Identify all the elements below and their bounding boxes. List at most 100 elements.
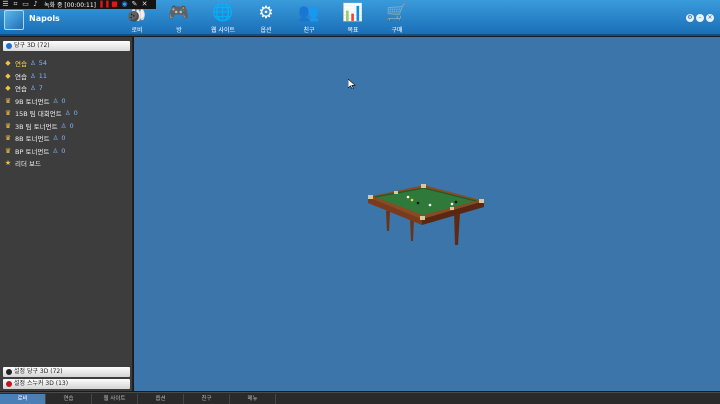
ball xyxy=(450,202,454,206)
sidebar-item-label: 연습 xyxy=(15,60,27,69)
user-icon: ♙ xyxy=(52,134,59,143)
sidebar-item-count: 0 xyxy=(61,146,66,155)
sidebar-item-bp-tournament[interactable]: ♛ BP 토너먼트 ♙ 0 xyxy=(4,145,131,158)
practice-icon: ◆ xyxy=(5,59,11,68)
sidebar-category-label: 당구 3D (72) xyxy=(14,42,50,49)
table-corner xyxy=(368,195,373,199)
table-corner xyxy=(420,216,425,220)
user-icon: ♙ xyxy=(52,146,59,155)
nav-friends[interactable]: 👥 친구 xyxy=(287,2,331,36)
sidebar-item-practice-1[interactable]: ◆ 연습 ♙ 54 xyxy=(4,57,131,70)
bottom-tab-lobby[interactable]: 로비 xyxy=(0,393,46,404)
sidebar: 당구 3D (72) ◆ 연습 ♙ 54 ◆ 연습 ♙ 11 ◆ 연습 ♙ 7 … xyxy=(0,37,133,391)
sidebar-item-15b-team[interactable]: ♛ 15B 팀 대회언트 ♙ 0 xyxy=(4,107,131,120)
sidebar-item-label: 연습 xyxy=(15,72,27,81)
sidebar-item-label: BP 토너먼트 xyxy=(15,147,50,156)
globe-icon xyxy=(6,43,12,49)
ball xyxy=(410,198,414,202)
bottom-tab-options[interactable]: 옵션 xyxy=(138,393,184,404)
table-leg xyxy=(454,213,460,245)
app-name: Napols xyxy=(29,14,60,23)
table-leg xyxy=(386,211,390,231)
sidebar-category-tab[interactable]: 당구 3D (72) xyxy=(3,41,130,51)
nav-room[interactable]: 🎮 방 xyxy=(157,2,201,36)
nav-purchase[interactable]: 🛒 구매 xyxy=(375,2,419,36)
user-icon: ♙ xyxy=(29,71,36,80)
nav-website[interactable]: 🌐 웹 사이트 xyxy=(201,2,245,36)
sidebar-item-practice-3[interactable]: ◆ 연습 ♙ 7 xyxy=(4,82,131,95)
trophy-icon: ♛ xyxy=(4,134,12,143)
ball xyxy=(428,203,432,207)
star-icon: ★ xyxy=(4,159,12,168)
sidebar-item-leaderboard[interactable]: ★ 리더 보드 xyxy=(4,157,131,170)
sidebar-item-3b-team[interactable]: ♛ 3B 팀 토너먼트 ♙ 0 xyxy=(4,120,131,133)
nav-goals[interactable]: 📊 목표 xyxy=(331,2,375,36)
user-icon: ♙ xyxy=(60,121,67,130)
sidebar-item-label: 8B 토너먼트 xyxy=(15,135,50,144)
ball xyxy=(416,201,420,205)
nav-label: 옵션 xyxy=(260,27,272,34)
game-item-billiards[interactable]: 설정 당구 3D (72) xyxy=(3,367,130,377)
options-icon: ⚙ xyxy=(258,3,274,23)
practice-icon: ◆ xyxy=(5,71,11,80)
window-controls: ⚙ – × xyxy=(686,14,714,22)
nav-label: 친구 xyxy=(303,27,315,34)
snooker-ball-icon xyxy=(6,381,12,387)
billiard-ball-icon xyxy=(6,369,12,375)
purchase-icon: 🛒 xyxy=(386,3,408,23)
bottom-tab-friends[interactable]: 친구 xyxy=(184,393,230,404)
minimize-icon[interactable]: – xyxy=(696,14,704,22)
goals-icon: 📊 xyxy=(342,3,364,23)
pen-icon[interactable]: ✎ xyxy=(131,1,138,8)
room-icon: 🎮 xyxy=(168,3,190,23)
friends-icon: 👥 xyxy=(298,3,320,23)
sidebar-item-count: 0 xyxy=(61,96,66,105)
sidebar-item-count: 0 xyxy=(61,134,66,143)
table-corner xyxy=(421,184,426,188)
sidebar-list: ◆ 연습 ♙ 54 ◆ 연습 ♙ 11 ◆ 연습 ♙ 7 ♛ 9B 토너먼트 ♙… xyxy=(4,57,131,170)
trophy-icon: ♛ xyxy=(4,96,12,105)
bottom-tabbar: 로비 연습 웹 사이트 옵션 친구 메뉴 xyxy=(0,392,720,404)
nav-options[interactable]: ⚙ 옵션 xyxy=(244,2,288,36)
recording-status: 녹화 중 [00:00:11] xyxy=(44,2,97,9)
table-corner xyxy=(479,199,484,203)
pause-icon[interactable]: ❚❚ xyxy=(99,1,111,8)
sidebar-item-9b-tournament[interactable]: ♛ 9B 토너먼트 ♙ 0 xyxy=(4,95,131,108)
sidebar-item-label: 15B 팀 대회언트 xyxy=(15,110,62,119)
close-icon[interactable]: × xyxy=(706,14,714,22)
mic-icon[interactable]: ♪ xyxy=(32,1,39,8)
mouse-cursor-icon xyxy=(348,79,356,89)
user-icon: ♙ xyxy=(29,84,36,93)
sidebar-item-count: 0 xyxy=(69,121,74,130)
nav-label: 웹 사이트 xyxy=(211,27,235,34)
bottom-tab-website[interactable]: 웹 사이트 xyxy=(92,393,138,404)
sidebar-item-practice-2[interactable]: ◆ 연습 ♙ 11 xyxy=(4,70,131,83)
user-icon: ♙ xyxy=(52,96,59,105)
game-item-snooker[interactable]: 설정 스누커 3D (13) xyxy=(3,379,130,389)
nav-label: 구매 xyxy=(391,27,403,34)
bottom-tab-menu[interactable]: 메뉴 xyxy=(230,393,276,404)
recorder-toolbar: ☰ ⌗ ▭ ♪ 녹화 중 [00:00:11] ❚❚ ■ ◉ ✎ ✕ xyxy=(0,0,156,9)
recorder-close-icon[interactable]: ✕ xyxy=(141,1,148,8)
sidebar-item-count: 7 xyxy=(38,84,43,93)
nav-label: 목표 xyxy=(347,27,359,34)
sidebar-item-label: 3B 팀 토너먼트 xyxy=(15,122,58,131)
bottom-tab-practice[interactable]: 연습 xyxy=(46,393,92,404)
trophy-icon: ♛ xyxy=(4,109,12,118)
camera-icon[interactable]: ◉ xyxy=(121,1,128,8)
website-icon: 🌐 xyxy=(212,3,234,23)
window-icon[interactable]: ▭ xyxy=(22,1,29,8)
cue-ball xyxy=(406,195,410,199)
menu-icon[interactable]: ☰ xyxy=(2,1,9,8)
sidebar-item-8b-tournament[interactable]: ♛ 8B 토너먼트 ♙ 0 xyxy=(4,132,131,145)
billiard-table-3d[interactable] xyxy=(368,183,484,249)
crop-icon[interactable]: ⌗ xyxy=(12,1,19,8)
trophy-icon: ♛ xyxy=(4,121,12,130)
settings-icon[interactable]: ⚙ xyxy=(686,14,694,22)
nav-label: 로비 xyxy=(131,27,143,34)
user-icon: ♙ xyxy=(29,59,36,68)
game-item-label: 설정 당구 3D (72) xyxy=(14,368,63,375)
stop-icon[interactable]: ■ xyxy=(111,1,118,8)
user-icon: ♙ xyxy=(64,109,71,118)
ball xyxy=(454,200,458,204)
